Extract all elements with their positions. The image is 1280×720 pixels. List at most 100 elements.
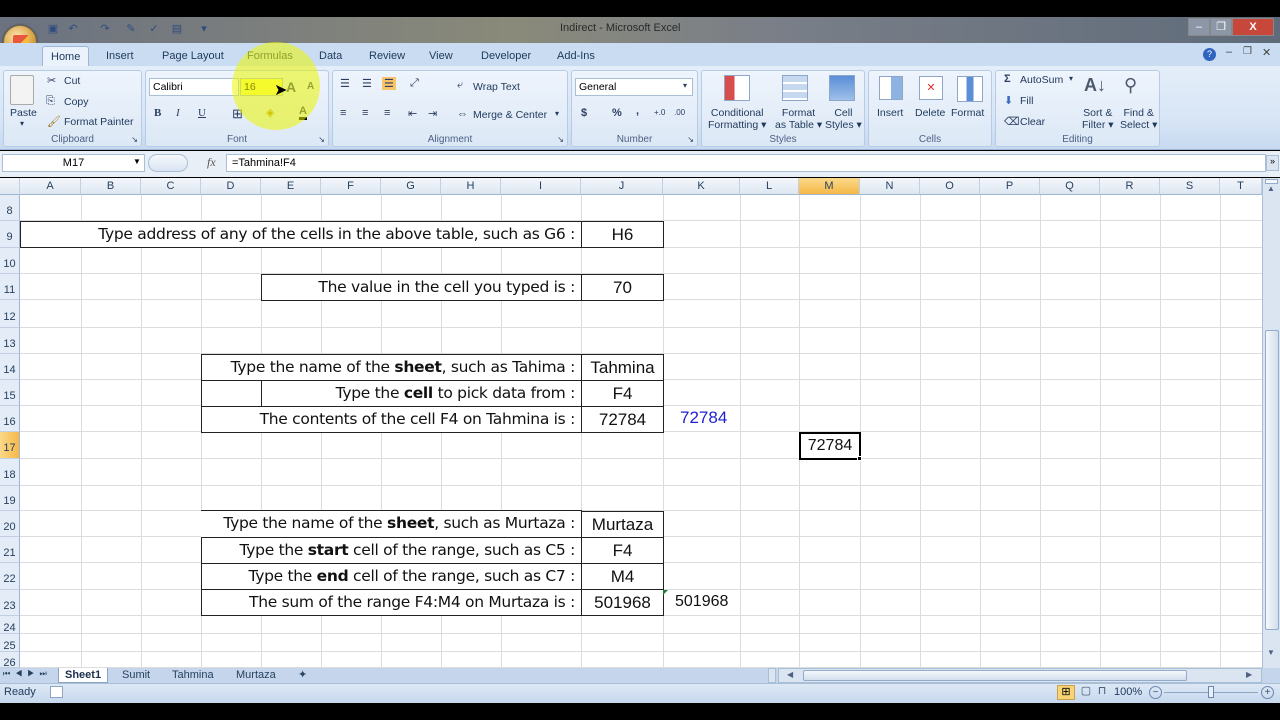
name-box[interactable]: M17 bbox=[2, 154, 145, 172]
tab-view[interactable]: View bbox=[421, 46, 461, 66]
number-format-select[interactable]: General bbox=[575, 78, 693, 96]
sheet-tab-tahmina[interactable]: Tahmina bbox=[166, 668, 220, 683]
increase-indent-icon[interactable]: ⇥ bbox=[428, 107, 437, 120]
tab-add-ins[interactable]: Add-Ins bbox=[549, 46, 603, 66]
row-header-11[interactable]: 11 bbox=[0, 274, 20, 300]
spelling-icon[interactable]: ✓ bbox=[147, 22, 161, 36]
cell-styles-button[interactable]: Cell Styles ▾ bbox=[825, 107, 862, 131]
cell-K23-value[interactable]: 501968 bbox=[675, 593, 728, 611]
italic-button[interactable]: I bbox=[176, 107, 180, 119]
tab-page-layout[interactable]: Page Layout bbox=[154, 46, 232, 66]
workbook-restore-icon[interactable]: ❐ bbox=[1243, 46, 1252, 57]
align-center-icon[interactable]: ≡ bbox=[362, 107, 368, 119]
cell-J15-cell-input[interactable]: F4 bbox=[581, 380, 664, 407]
number-launcher-icon[interactable]: ↘ bbox=[687, 135, 694, 144]
row-header-12[interactable]: 12 bbox=[0, 300, 20, 328]
fill-handle[interactable] bbox=[857, 456, 862, 461]
row-header-14[interactable]: 14 bbox=[0, 354, 20, 380]
close-button[interactable]: X bbox=[1232, 18, 1274, 36]
scroll-down-icon[interactable]: ▼ bbox=[1267, 648, 1275, 657]
vertical-scrollbar[interactable]: ▲ ▼ bbox=[1262, 178, 1280, 668]
percent-button[interactable]: % bbox=[612, 107, 622, 119]
vertical-scroll-thumb[interactable] bbox=[1265, 330, 1279, 630]
normal-view-icon[interactable]: ⊞ bbox=[1057, 685, 1075, 700]
cell-E15-label[interactable]: Type the cell to pick data from : bbox=[261, 380, 582, 407]
font-launcher-icon[interactable]: ↘ bbox=[318, 135, 325, 144]
cell-D21-label[interactable]: Type the start cell of the range, such a… bbox=[201, 537, 582, 564]
underline-button[interactable]: U bbox=[198, 107, 206, 119]
worksheet-grid[interactable]: ABCDEFGHIJKLMNOPQRST 8 9 10 11 12 13 14 15 16 17 1… bbox=[0, 178, 1262, 668]
error-indicator-icon[interactable] bbox=[663, 590, 668, 595]
align-right-icon[interactable]: ≡ bbox=[384, 107, 390, 119]
row-header-25[interactable]: 25 bbox=[0, 634, 20, 652]
column-header-E[interactable]: E bbox=[261, 178, 321, 195]
format-painter-button[interactable]: Format Painter bbox=[64, 116, 133, 128]
row-header-15[interactable]: 15 bbox=[0, 380, 20, 406]
decrease-indent-icon[interactable]: ⇤ bbox=[408, 107, 417, 120]
paste-dropdown-icon[interactable]: ▾ bbox=[20, 119, 24, 128]
formula-bar-splitter[interactable] bbox=[148, 154, 188, 172]
merge-center-button[interactable]: Merge & Center bbox=[473, 109, 547, 121]
minimize-button[interactable]: – bbox=[1188, 18, 1210, 36]
fill-button[interactable]: Fill bbox=[1020, 95, 1033, 107]
cell-J21-start-input[interactable]: F4 bbox=[581, 537, 664, 564]
cell-J9-input[interactable]: H6 bbox=[581, 221, 664, 248]
workbook-minimize-icon[interactable]: – bbox=[1226, 46, 1232, 58]
row-header-13[interactable]: 13 bbox=[0, 328, 20, 354]
tab-home[interactable]: Home bbox=[42, 46, 90, 66]
decrease-decimal-button[interactable]: .00 bbox=[674, 108, 685, 117]
horizontal-scroll-thumb[interactable] bbox=[803, 670, 1187, 681]
cell-D15[interactable] bbox=[201, 380, 262, 407]
cell-D14-label[interactable]: Type the name of the sheet, such as Tahi… bbox=[201, 354, 582, 381]
row-header-21[interactable]: 21 bbox=[0, 537, 20, 563]
formula-input[interactable]: =Tahmina!F4 bbox=[226, 154, 1266, 172]
tab-split-handle[interactable] bbox=[768, 668, 776, 683]
row-header-16[interactable]: 16 bbox=[0, 406, 20, 432]
wrap-text-button[interactable]: Wrap Text bbox=[473, 81, 520, 93]
cell-A9-label[interactable]: Type address of any of the cells in the … bbox=[20, 221, 582, 248]
row-header-9[interactable]: 9 bbox=[0, 221, 20, 248]
column-header-N[interactable]: N bbox=[860, 178, 920, 195]
column-header-T[interactable]: T bbox=[1220, 178, 1262, 195]
zoom-in-button[interactable]: + bbox=[1261, 686, 1274, 699]
tab-developer[interactable]: Developer bbox=[473, 46, 539, 66]
column-header-J[interactable]: J bbox=[581, 178, 663, 195]
cell-J22-end-input[interactable]: M4 bbox=[581, 563, 664, 590]
column-header-D[interactable]: D bbox=[201, 178, 261, 195]
row-header-22[interactable]: 22 bbox=[0, 563, 20, 590]
delete-cells-button[interactable]: Delete bbox=[915, 107, 945, 119]
column-header-L[interactable]: L bbox=[740, 178, 799, 195]
cell-K16-value[interactable]: 72784 bbox=[680, 408, 727, 428]
column-header-A[interactable]: A bbox=[20, 178, 81, 195]
insert-sheet-icon[interactable]: ✦ bbox=[292, 668, 313, 683]
insert-function-button[interactable]: fx bbox=[207, 155, 216, 170]
column-header-I[interactable]: I bbox=[501, 178, 581, 195]
paste-button[interactable]: Paste bbox=[10, 107, 37, 119]
column-header-H[interactable]: H bbox=[441, 178, 501, 195]
cell-J11-result[interactable]: 70 bbox=[581, 274, 664, 301]
clear-button[interactable]: Clear bbox=[1020, 116, 1045, 128]
column-header-S[interactable]: S bbox=[1160, 178, 1220, 195]
scroll-right-icon[interactable]: ▶ bbox=[1246, 670, 1252, 679]
macro-record-icon[interactable] bbox=[50, 686, 63, 698]
undo-icon[interactable]: ↶ bbox=[66, 22, 80, 36]
align-top-icon[interactable]: ☰ bbox=[340, 77, 350, 90]
row-header-17[interactable]: 17 bbox=[0, 432, 20, 459]
format-cells-button[interactable]: Format bbox=[951, 107, 984, 119]
row-header-10[interactable]: 10 bbox=[0, 248, 20, 274]
page-layout-view-icon[interactable]: ▢ bbox=[1078, 685, 1094, 700]
find-select-button[interactable]: Find & Select ▾ bbox=[1120, 107, 1157, 131]
sheet-navigation-icons[interactable]: ⏮◀▶⏭ bbox=[3, 669, 52, 679]
restore-button[interactable]: ❐ bbox=[1210, 18, 1232, 36]
row-header-24[interactable]: 24 bbox=[0, 616, 20, 634]
zoom-slider-thumb[interactable] bbox=[1208, 686, 1214, 698]
merge-dropdown-icon[interactable]: ▾ bbox=[555, 109, 559, 118]
cell-J14-sheet-input[interactable]: Tahmina bbox=[581, 354, 664, 381]
cell-J20-sheet-input[interactable]: Murtaza bbox=[581, 511, 664, 538]
cell-M17-selected[interactable]: 72784 bbox=[799, 432, 861, 460]
scroll-up-icon[interactable]: ▲ bbox=[1267, 184, 1275, 193]
number-format-dropdown-icon[interactable]: ▾ bbox=[683, 81, 687, 90]
tab-insert[interactable]: Insert bbox=[98, 46, 142, 66]
cell-E11-label[interactable]: The value in the cell you typed is : bbox=[261, 274, 582, 301]
column-header-O[interactable]: O bbox=[920, 178, 980, 195]
